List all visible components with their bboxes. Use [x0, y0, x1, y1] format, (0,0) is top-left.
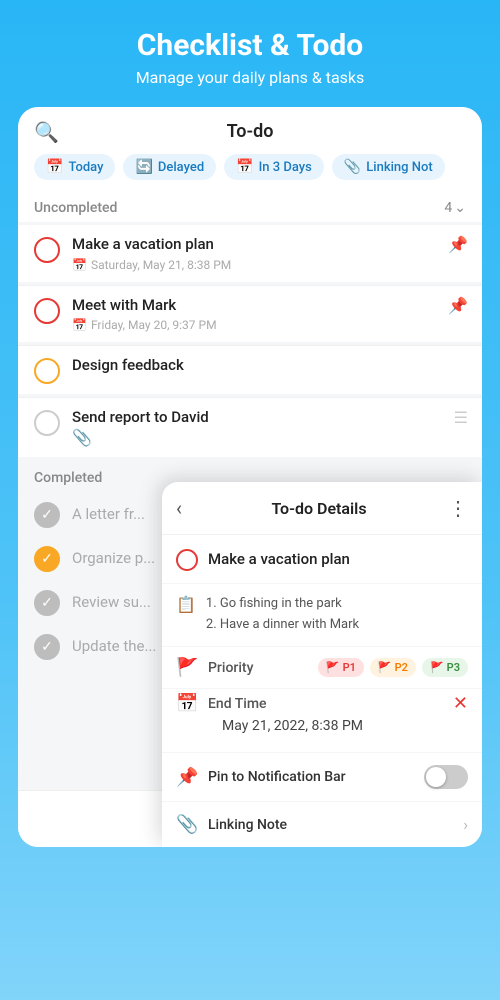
pin-icon-1: 📌: [448, 235, 468, 254]
app-title: Checklist & Todo: [20, 28, 480, 64]
detail-panel: ‹ To-do Details ⋮ Make a vacation plan 📋…: [162, 482, 482, 847]
note-line-1: 1. Go fishing in the park: [206, 594, 359, 615]
tab-today-label: Today: [68, 160, 103, 175]
todo-text-2: Meet with Mark: [72, 296, 466, 316]
badge-p3[interactable]: 🚩 P3: [422, 658, 468, 677]
todo-screen-title: To-do: [227, 121, 274, 142]
completed-text-1: A letter fr...: [72, 505, 145, 523]
detail-todo-checkbox[interactable]: [176, 549, 198, 571]
detail-todo-name: Make a vacation plan: [208, 550, 350, 568]
uncompleted-count: 4 ⌄: [444, 200, 466, 216]
end-time-section: 📅 End Time ✕ May 21, 2022, 8:38 PM: [162, 689, 482, 753]
calendar2-icon: 📅: [236, 159, 253, 175]
todo-text-4: Send report to David: [72, 408, 466, 428]
sort-icon-4: ☰: [454, 408, 468, 427]
back-button[interactable]: ‹: [176, 496, 182, 520]
linking-label: Linking Note: [208, 817, 453, 833]
search-icon[interactable]: 🔍: [34, 120, 59, 144]
p2-flag: 🚩: [378, 661, 392, 674]
todo-date-1: 📅 Saturday, May 21, 8:38 PM: [72, 258, 466, 272]
priority-badges: 🚩 P1 🚩 P2 🚩 P3: [318, 658, 468, 677]
end-time-label: End Time: [208, 696, 443, 712]
pin-row: 📌 Pin to Notification Bar: [162, 753, 482, 802]
chevron-right-icon: ›: [463, 815, 468, 834]
todo-checkbox-3[interactable]: [34, 358, 60, 384]
todo-checkbox-1[interactable]: [34, 237, 60, 263]
completed-checkbox-4[interactable]: ✓: [34, 634, 60, 660]
todo-text-3: Design feedback: [72, 356, 466, 376]
completed-checkbox-1[interactable]: ✓: [34, 502, 60, 528]
todo-date-2: 📅 Friday, May 20, 9:37 PM: [72, 318, 466, 332]
tab-delayed[interactable]: 🔄 Delayed: [123, 154, 216, 180]
p3-flag: 🚩: [430, 661, 444, 674]
completed-checkbox-2[interactable]: ✓: [34, 546, 60, 572]
tab-in3days-label: In 3 Days: [259, 160, 312, 175]
pin-notification-label: Pin to Notification Bar: [208, 769, 414, 785]
app-header: Checklist & Todo Manage your daily plans…: [0, 0, 500, 107]
more-options-button[interactable]: ⋮: [448, 496, 468, 520]
pin-notification-icon: 📌: [176, 767, 198, 788]
todo-content-4: Send report to David 📎: [72, 408, 466, 447]
todo-item-3[interactable]: Design feedback: [18, 345, 482, 394]
uncompleted-section-header: Uncompleted 4 ⌄: [18, 190, 482, 222]
main-card: 🔍 To-do 📅 Today 🔄 Delayed 📅 In 3 Days 📎 …: [18, 107, 482, 847]
todo-content-2: Meet with Mark 📅 Friday, May 20, 9:37 PM: [72, 296, 466, 333]
badge-p1[interactable]: 🚩 P1: [318, 658, 364, 677]
end-time-clear-button[interactable]: ✕: [453, 693, 468, 714]
toggle-knob: [426, 767, 446, 787]
priority-icon: 🚩: [176, 657, 198, 678]
pin-toggle[interactable]: [424, 765, 468, 789]
priority-row: 🚩 Priority 🚩 P1 🚩 P2 🚩 P3: [162, 647, 482, 689]
linking-icon: 📎: [176, 814, 198, 835]
todo-content-1: Make a vacation plan 📅 Saturday, May 21,…: [72, 235, 466, 272]
attachment-icon: 📎: [72, 428, 92, 447]
tab-in3days[interactable]: 📅 In 3 Days: [224, 154, 324, 180]
notes-section: 📋 1. Go fishing in the park 2. Have a di…: [162, 584, 482, 647]
detail-todo-row: Make a vacation plan: [162, 535, 482, 584]
todo-checkbox-4[interactable]: [34, 410, 60, 436]
detail-panel-title: To-do Details: [190, 499, 448, 518]
tab-linking-label: Linking Not: [366, 160, 432, 175]
uncompleted-title: Uncompleted: [34, 200, 117, 216]
tab-today[interactable]: 📅 Today: [34, 154, 115, 180]
todo-header: 🔍 To-do 📅 Today 🔄 Delayed 📅 In 3 Days 📎 …: [18, 107, 482, 190]
detail-header: ‹ To-do Details ⋮: [162, 482, 482, 535]
todo-top-row: 🔍 To-do: [34, 121, 466, 142]
end-time-icon: 📅: [176, 693, 198, 714]
note-line-2: 2. Have a dinner with Mark: [206, 615, 359, 636]
completed-text-3: Review su...: [72, 593, 151, 611]
todo-item-4[interactable]: Send report to David 📎 ☰: [18, 397, 482, 457]
filter-tabs: 📅 Today 🔄 Delayed 📅 In 3 Days 📎 Linking …: [34, 154, 466, 190]
completed-text-4: Update the...: [72, 637, 156, 655]
todo-text-1: Make a vacation plan: [72, 235, 466, 255]
calendar-icon: 📅: [46, 159, 63, 175]
tab-linking[interactable]: 📎 Linking Not: [332, 154, 445, 180]
pin-icon-2: 📌: [448, 296, 468, 315]
priority-label: Priority: [208, 660, 308, 676]
notes-list: 1. Go fishing in the park 2. Have a dinn…: [206, 594, 359, 636]
end-time-value: May 21, 2022, 8:38 PM: [176, 714, 468, 742]
todo-item-2[interactable]: Meet with Mark 📅 Friday, May 20, 9:37 PM…: [18, 285, 482, 343]
completed-checkbox-3[interactable]: ✓: [34, 590, 60, 616]
app-subtitle: Manage your daily plans & tasks: [20, 68, 480, 87]
tab-delayed-label: Delayed: [158, 160, 204, 175]
delayed-icon: 🔄: [135, 159, 152, 175]
todo-content-3: Design feedback: [72, 356, 466, 376]
todo-checkbox-2[interactable]: [34, 298, 60, 324]
badge-p2[interactable]: 🚩 P2: [370, 658, 416, 677]
completed-text-2: Organize p...: [72, 549, 155, 567]
todo-item-1[interactable]: Make a vacation plan 📅 Saturday, May 21,…: [18, 225, 482, 282]
notes-icon: 📋: [176, 595, 196, 614]
completed-title: Completed: [34, 470, 102, 486]
link-icon: 📎: [344, 159, 361, 175]
linking-row[interactable]: 📎 Linking Note ›: [162, 802, 482, 847]
p1-flag: 🚩: [326, 661, 340, 674]
